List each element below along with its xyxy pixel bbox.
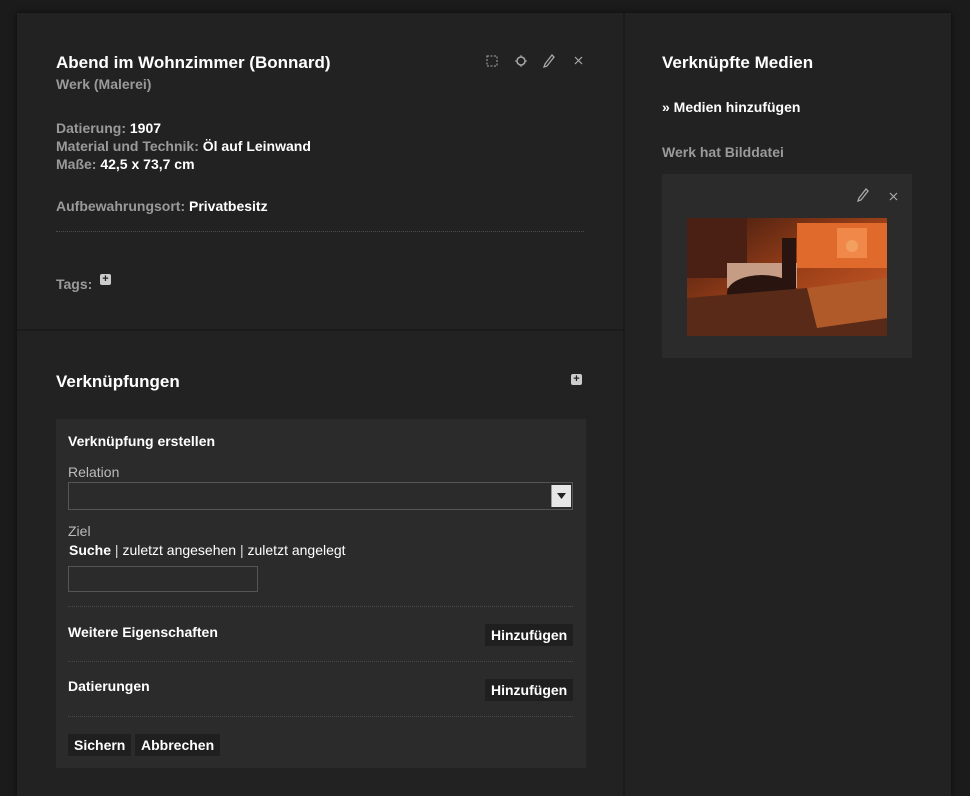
link-form-panel: Verknüpfung erstellen Relation Ziel Such… [56,419,586,768]
tab-search[interactable]: Suche [68,542,111,558]
column-divider [623,13,625,796]
tags-label: Tags: [56,276,93,292]
relation-select[interactable] [68,482,573,510]
field-material: Material und Technik: Öl auf Leinwand [56,137,311,155]
target-search-input[interactable] [68,566,258,592]
dotted-divider [68,716,573,717]
add-tag-plus-icon[interactable]: + [100,274,111,285]
dates-label: Datierungen [68,678,150,694]
work-subtitle: Werk (Malerei) [56,76,152,92]
tab-separator: | [239,542,244,558]
field-label: Maße: [56,156,97,172]
search-tabs: Suche | zuletzt angesehen | zuletzt ange… [68,542,346,558]
tab-recently-viewed[interactable]: zuletzt angesehen [122,542,236,558]
field-date: Datierung: 1907 [56,119,311,137]
tab-recently-created[interactable]: zuletzt angelegt [248,542,346,558]
work-fields: Datierung: 1907 Material und Technik: Öl… [56,119,311,173]
field-value: Öl auf Leinwand [202,138,311,154]
edit-pencil-icon[interactable] [856,188,870,202]
dotted-divider [68,606,573,607]
tab-separator: | [114,542,119,558]
dotted-divider [68,661,573,662]
edit-pencil-icon[interactable] [542,54,556,68]
field-dimensions: Maße: 42,5 x 73,7 cm [56,155,311,173]
dotted-divider [56,231,584,232]
field-label: Aufbewahrungsort: [56,198,186,214]
locate-icon[interactable] [514,54,528,68]
field-label: Datierung: [56,120,126,136]
add-property-button[interactable]: Hinzufügen [485,624,574,646]
field-label: Material und Technik: [56,138,199,154]
section-divider [17,329,623,331]
target-label: Ziel [68,523,91,539]
field-location: Aufbewahrungsort: Privatbesitz [56,197,268,215]
media-caption: Werk hat Bilddatei [662,144,784,160]
media-card [662,174,912,358]
media-title: Verknüpfte Medien [662,53,814,72]
add-media-link[interactable]: » Medien hinzufügen [662,99,800,115]
close-icon[interactable] [571,53,585,67]
cancel-button[interactable]: Abbrechen [135,734,221,756]
select-icon[interactable] [485,54,499,68]
painting-thumbnail[interactable] [687,218,887,336]
links-title: Verknüpfungen [56,372,180,391]
relation-label: Relation [68,464,120,480]
work-title: Abend im Wohnzimmer (Bonnard) [56,53,331,72]
main-frame: Abend im Wohnzimmer (Bonnard) Werk (Male… [17,13,951,796]
close-icon[interactable] [886,189,900,203]
field-value: 1907 [129,120,162,136]
chevron-down-icon[interactable] [551,485,571,507]
link-form-title: Verknüpfung erstellen [68,433,216,449]
field-value: Privatbesitz [189,198,268,214]
add-link-plus-icon[interactable]: + [571,374,582,385]
field-value: 42,5 x 73,7 cm [100,156,195,172]
save-button[interactable]: Sichern [68,734,132,756]
more-properties-label: Weitere Eigenschaften [68,624,218,640]
add-date-button[interactable]: Hinzufügen [485,679,574,701]
